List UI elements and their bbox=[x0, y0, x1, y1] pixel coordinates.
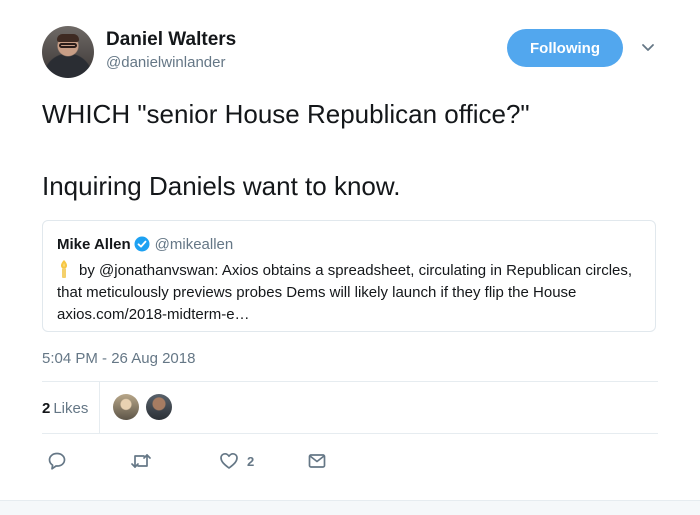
tweet-actions: 2 bbox=[42, 444, 658, 478]
retweet-icon bbox=[131, 454, 151, 468]
tweet-header: Daniel Walters @danielwinlander Followin… bbox=[42, 26, 662, 78]
author-avatar[interactable] bbox=[42, 26, 94, 78]
mail-icon bbox=[308, 454, 326, 468]
quoted-tweet-text: by @jonathanvswan: Axios obtains a sprea… bbox=[57, 262, 633, 323]
avatar-glasses bbox=[59, 43, 77, 48]
footer-band bbox=[0, 500, 700, 515]
direct-message-button[interactable] bbox=[307, 450, 327, 472]
like-button[interactable]: 2 bbox=[219, 450, 254, 472]
reply-icon bbox=[48, 452, 66, 470]
quoted-display-name: Mike Allen bbox=[57, 236, 131, 253]
tweet-text: WHICH "senior House Republican office?" … bbox=[42, 96, 662, 204]
retweet-button[interactable] bbox=[130, 450, 152, 472]
quoted-tweet-body: by @jonathanvswan: Axios obtains a sprea… bbox=[57, 259, 647, 326]
tweet-timestamp[interactable]: 5:04 PM - 26 Aug 2018 bbox=[42, 350, 195, 367]
divider bbox=[42, 433, 658, 434]
liker-avatar[interactable] bbox=[146, 394, 172, 420]
likes-label: Likes bbox=[53, 400, 89, 417]
verified-icon bbox=[134, 236, 150, 252]
heart-icon bbox=[220, 452, 238, 469]
author-display-name[interactable]: Daniel Walters bbox=[106, 29, 236, 51]
author-screen-name[interactable]: @danielwinlander bbox=[106, 54, 225, 71]
like-count: 2 bbox=[247, 453, 255, 469]
torch-emoji bbox=[60, 260, 68, 278]
following-button[interactable]: Following bbox=[507, 29, 623, 67]
chevron-down-icon[interactable] bbox=[640, 40, 656, 56]
quoted-screen-name: @mikeallen bbox=[154, 236, 234, 253]
likes-stat[interactable]: 2 Likes bbox=[42, 400, 88, 417]
quoted-tweet-header: Mike Allen @mikeallen bbox=[57, 236, 233, 253]
tweet-stats: 2 Likes bbox=[42, 382, 658, 433]
liker-avatar[interactable] bbox=[113, 394, 139, 420]
tweet-card: Daniel Walters @danielwinlander Followin… bbox=[0, 0, 700, 515]
avatar-hair bbox=[57, 34, 79, 42]
reply-button[interactable] bbox=[47, 450, 67, 472]
tweet-text-line-1: WHICH "senior House Republican office?" bbox=[42, 99, 530, 129]
stats-separator bbox=[99, 382, 100, 433]
tweet-text-line-2: Inquiring Daniels want to know. bbox=[42, 171, 401, 201]
quoted-tweet[interactable]: Mike Allen @mikeallen by @jonathanvswan:… bbox=[42, 220, 656, 332]
likes-count: 2 bbox=[42, 400, 51, 417]
